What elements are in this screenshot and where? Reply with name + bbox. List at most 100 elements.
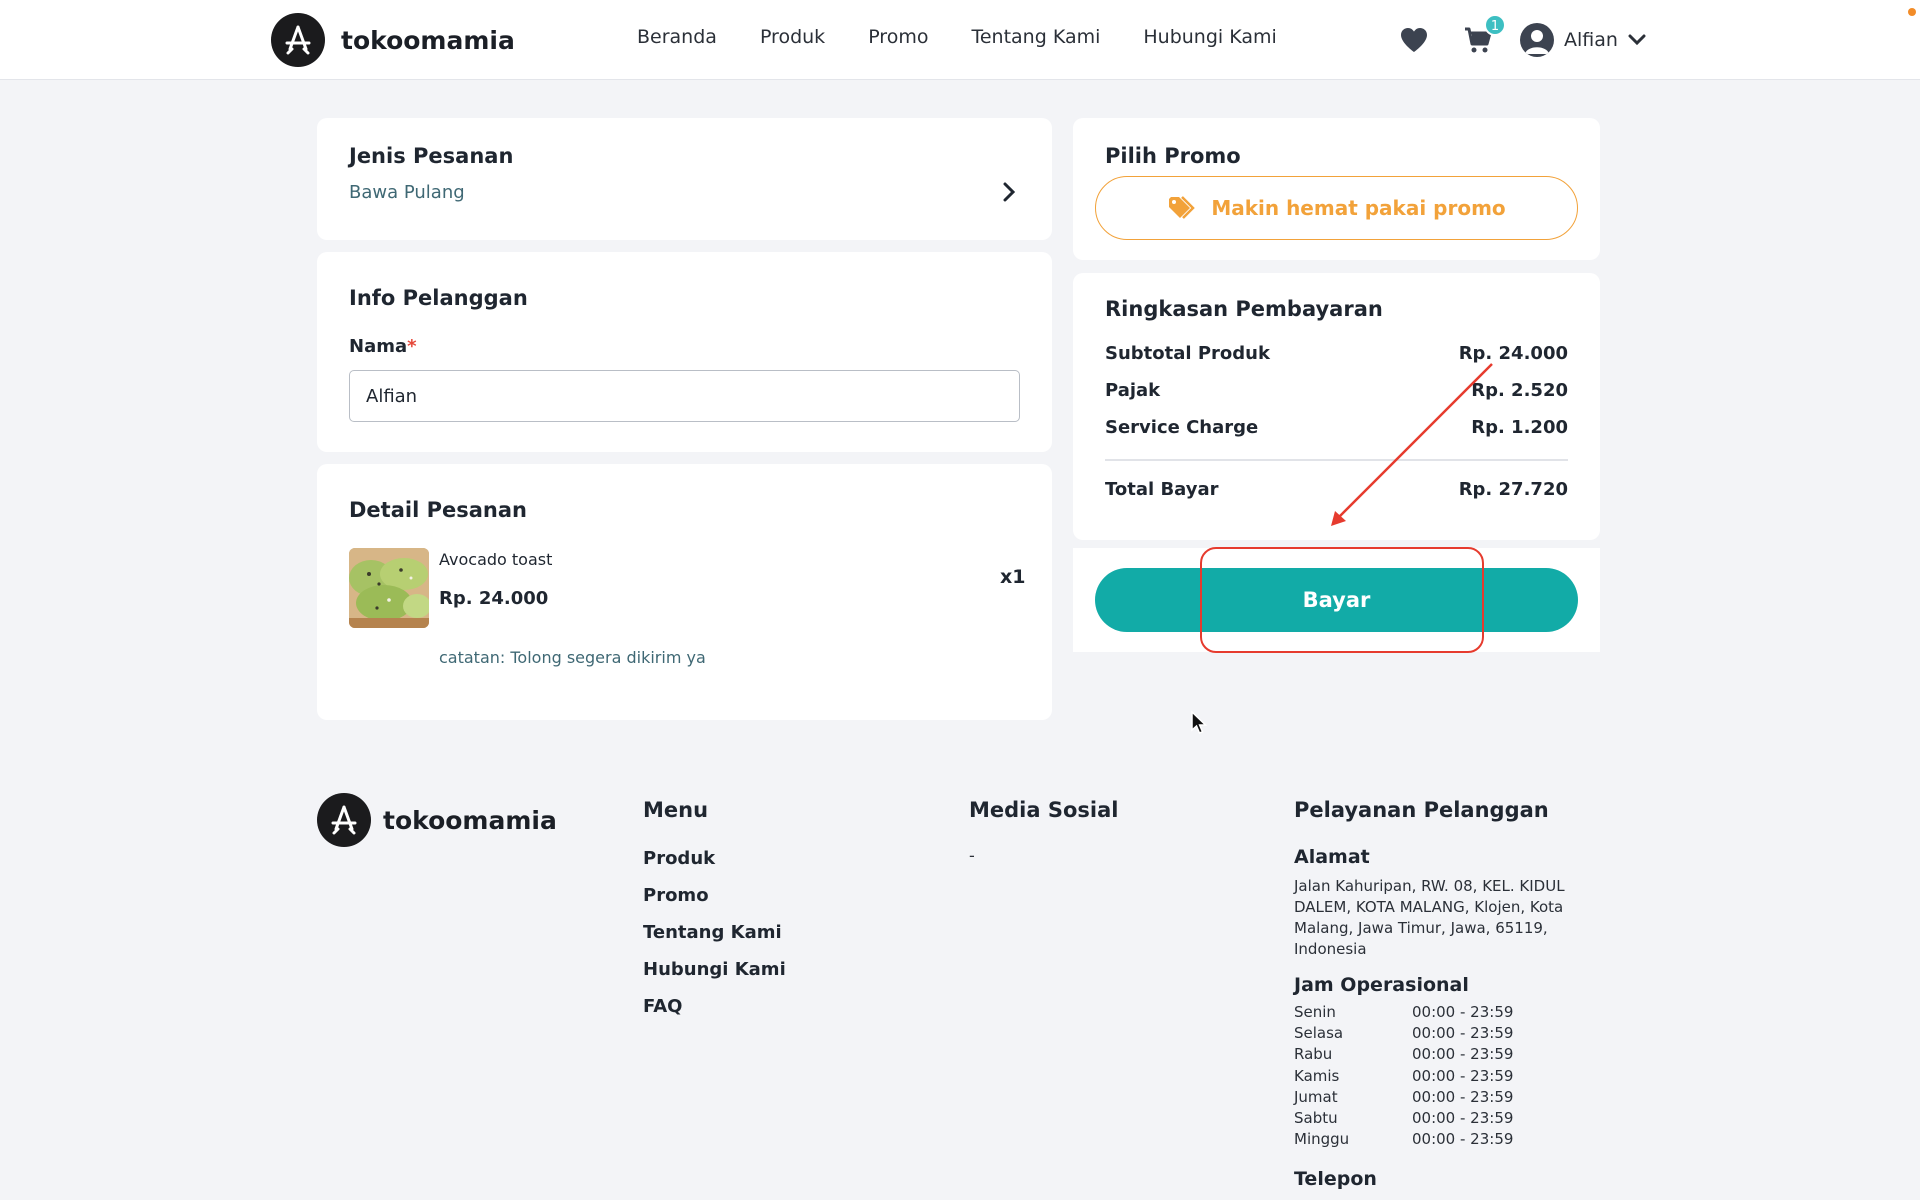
promo-card: Pilih Promo Makin hemat pakai promo bbox=[1073, 118, 1600, 260]
nav-item-promo[interactable]: Promo bbox=[868, 26, 928, 48]
footer-link-faq[interactable]: FAQ bbox=[643, 988, 786, 1025]
hours-time: 00:00 - 23:59 bbox=[1412, 1045, 1514, 1064]
summary-row-total: Total Bayar Rp. 27.720 bbox=[1105, 479, 1568, 500]
footer-menu: Produk Promo Tentang Kami Hubungi Kami F… bbox=[643, 840, 786, 1025]
footer-service-column: Pelayanan Pelanggan Alamat Jalan Kahurip… bbox=[1294, 798, 1584, 1190]
name-input[interactable] bbox=[349, 370, 1020, 422]
hours-row: Minggu 00:00 - 23:59 bbox=[1294, 1129, 1584, 1150]
required-mark: * bbox=[407, 336, 417, 357]
order-details-title: Detail Pesanan bbox=[349, 498, 527, 522]
hours-time: 00:00 - 23:59 bbox=[1412, 1066, 1514, 1085]
top-header: tokoomamia Beranda Produk Promo Tentang … bbox=[0, 0, 1920, 80]
footer-social-title: Media Sosial bbox=[969, 798, 1119, 822]
hours-row: Selasa 00:00 - 23:59 bbox=[1294, 1023, 1584, 1044]
name-label-text: Nama bbox=[349, 336, 408, 357]
summary-value: Rp. 24.000 bbox=[1458, 343, 1568, 364]
order-type-card[interactable]: Jenis Pesanan Bawa Pulang bbox=[317, 118, 1052, 240]
hours-day: Jumat bbox=[1294, 1087, 1338, 1106]
hours-day: Sabtu bbox=[1294, 1108, 1338, 1127]
heart-icon bbox=[1401, 28, 1427, 52]
cart-count-badge: 1 bbox=[1484, 14, 1506, 36]
summary-value: Rp. 1.200 bbox=[1471, 417, 1568, 438]
tag-icon bbox=[1169, 196, 1196, 219]
hours-time: 00:00 - 23:59 bbox=[1412, 1003, 1514, 1021]
notification-dot bbox=[1908, 8, 1916, 16]
summary-label: Pajak bbox=[1105, 380, 1161, 401]
order-details-card: Detail Pesanan Avocado toast Rp. 24.000 … bbox=[317, 464, 1052, 720]
footer-service-title: Pelayanan Pelanggan bbox=[1294, 798, 1549, 822]
summary-row-subtotal: Subtotal Produk Rp. 24.000 bbox=[1105, 343, 1568, 364]
footer-brand[interactable]: tokoomamia bbox=[317, 793, 557, 847]
order-type-title: Jenis Pesanan bbox=[349, 144, 514, 168]
footer-link-produk[interactable]: Produk bbox=[643, 840, 786, 877]
footer-menu-column: Menu Produk Promo Tentang Kami Hubungi K… bbox=[643, 798, 786, 1025]
footer-link-hubungi-kami[interactable]: Hubungi Kami bbox=[643, 951, 786, 988]
main-nav: Beranda Produk Promo Tentang Kami Hubung… bbox=[637, 26, 1320, 48]
hours-row: Kamis 00:00 - 23:59 bbox=[1294, 1066, 1584, 1087]
nav-item-produk[interactable]: Produk bbox=[760, 26, 825, 48]
order-type-value: Bawa Pulang bbox=[349, 182, 465, 203]
annotation-highlight-box bbox=[1200, 547, 1484, 653]
product-thumbnail bbox=[349, 548, 429, 628]
summary-divider bbox=[1105, 459, 1568, 461]
logo-icon bbox=[271, 13, 325, 67]
footer-menu-title: Menu bbox=[643, 798, 709, 822]
wishlist-button[interactable] bbox=[1394, 20, 1434, 60]
user-menu[interactable]: Alfian bbox=[1520, 23, 1646, 57]
total-value: Rp. 27.720 bbox=[1458, 479, 1568, 500]
name-label: Nama* bbox=[349, 336, 417, 357]
nav-item-tentang-kami[interactable]: Tentang Kami bbox=[971, 26, 1100, 48]
hours-time: 00:00 - 23:59 bbox=[1412, 1130, 1514, 1149]
summary-row-service-charge: Service Charge Rp. 1.200 bbox=[1105, 417, 1568, 438]
hours-time: 00:00 - 23:59 bbox=[1412, 1024, 1514, 1043]
phone-title: Telepon bbox=[1294, 1168, 1377, 1191]
item-quantity: x1 bbox=[1000, 566, 1026, 588]
footer-link-promo[interactable]: Promo bbox=[643, 877, 786, 914]
cart-button[interactable]: 1 bbox=[1458, 14, 1506, 60]
payment-summary-title: Ringkasan Pembayaran bbox=[1105, 297, 1383, 321]
user-name: Alfian bbox=[1564, 29, 1618, 51]
summary-value: Rp. 2.520 bbox=[1471, 380, 1568, 401]
cursor-icon bbox=[1191, 710, 1208, 734]
chevron-right-icon[interactable] bbox=[1002, 182, 1016, 202]
summary-label: Service Charge bbox=[1105, 417, 1259, 438]
customer-info-title: Info Pelanggan bbox=[349, 286, 528, 310]
address-text: Jalan Kahuripan, RW. 08, KEL. KIDUL DALE… bbox=[1294, 877, 1565, 958]
nav-item-beranda[interactable]: Beranda bbox=[637, 26, 717, 48]
brand[interactable]: tokoomamia bbox=[271, 13, 515, 67]
hours-day: Minggu bbox=[1294, 1130, 1350, 1149]
hours-row: Rabu 00:00 - 23:59 bbox=[1294, 1044, 1584, 1065]
hours-row: Sabtu 00:00 - 23:59 bbox=[1294, 1108, 1584, 1129]
hours-day: Selasa bbox=[1294, 1024, 1344, 1043]
hours-time: 00:00 - 23:59 bbox=[1412, 1108, 1514, 1127]
footer-social-value: - bbox=[969, 846, 975, 865]
promo-title: Pilih Promo bbox=[1105, 144, 1241, 168]
footer-brand-name: tokoomamia bbox=[383, 805, 557, 835]
header-actions: 1 Alfian bbox=[1394, 14, 1646, 60]
user-icon bbox=[1520, 23, 1554, 57]
brand-name: tokoomamia bbox=[341, 25, 515, 55]
summary-label: Subtotal Produk bbox=[1105, 343, 1270, 364]
hours-row: Senin 00:00 - 23:59 bbox=[1294, 1002, 1584, 1023]
hours-list: Senin 00:00 - 23:59 Selasa 00:00 - 23:59 R… bbox=[1294, 1002, 1584, 1150]
item-price: Rp. 24.000 bbox=[439, 588, 549, 609]
footer-link-tentang-kami[interactable]: Tentang Kami bbox=[643, 914, 786, 951]
hours-day: Kamis bbox=[1294, 1066, 1340, 1085]
select-promo-label: Makin hemat pakai promo bbox=[1211, 196, 1506, 220]
nav-item-hubungi-kami[interactable]: Hubungi Kami bbox=[1143, 26, 1276, 48]
payment-summary-card: Ringkasan Pembayaran Subtotal Produk Rp.… bbox=[1073, 273, 1600, 540]
select-promo-button[interactable]: Makin hemat pakai promo bbox=[1095, 176, 1578, 240]
item-note: catatan: Tolong segera dikirim ya bbox=[439, 648, 706, 667]
hours-day: Rabu bbox=[1294, 1045, 1333, 1064]
hours-row: Jumat 00:00 - 23:59 bbox=[1294, 1087, 1584, 1108]
address-title: Alamat bbox=[1294, 846, 1370, 868]
footer-social-column: Media Sosial - bbox=[969, 798, 1118, 865]
hours-time: 00:00 - 23:59 bbox=[1412, 1087, 1514, 1106]
hours-day: Senin bbox=[1294, 1003, 1336, 1021]
customer-info-card: Info Pelanggan Nama* bbox=[317, 252, 1052, 452]
total-label: Total Bayar bbox=[1105, 479, 1219, 500]
summary-row-tax: Pajak Rp. 2.520 bbox=[1105, 380, 1568, 401]
item-name: Avocado toast bbox=[439, 550, 553, 569]
chevron-down-icon bbox=[1628, 34, 1646, 46]
hours-title: Jam Operasional bbox=[1294, 974, 1469, 996]
